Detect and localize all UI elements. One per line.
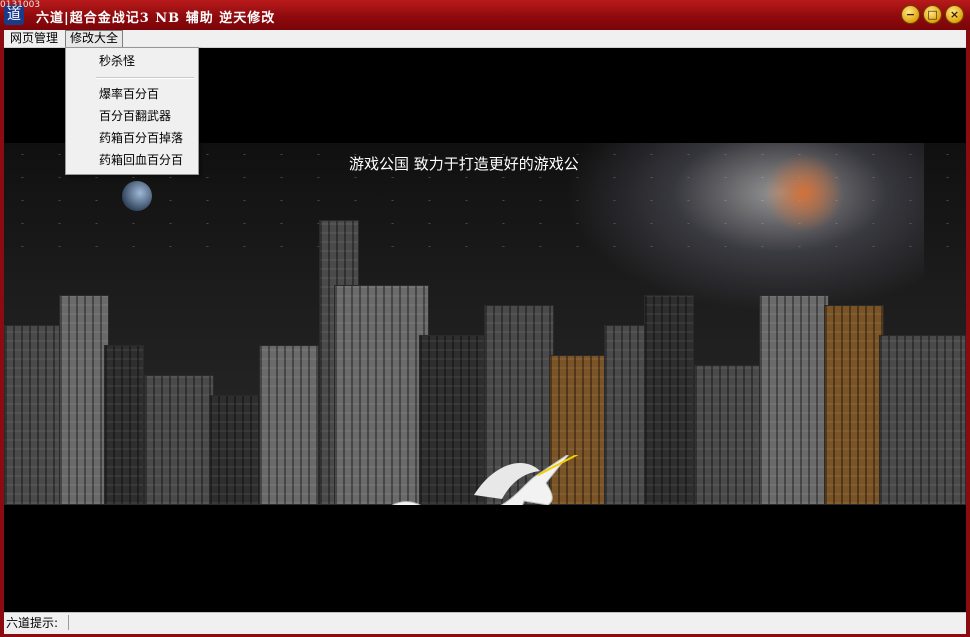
building bbox=[4, 325, 64, 505]
building bbox=[759, 295, 829, 505]
menu-item-medkit-heal[interactable]: 药箱回血百分百 bbox=[66, 149, 198, 171]
menu-bar: 网页管理 修改大全 bbox=[4, 30, 966, 48]
close-button[interactable]: × bbox=[945, 5, 964, 24]
status-message-field bbox=[68, 615, 959, 630]
title-bar[interactable]: 道 0131003 六道|超合金战记3 NB 辅助 逆天修改 − □ × bbox=[0, 0, 970, 30]
game-tagline: 游戏公国 致力于打造更好的游戏公 bbox=[349, 155, 579, 173]
planet bbox=[122, 181, 152, 211]
building bbox=[104, 345, 144, 505]
modify-dropdown-menu: 秒杀怪 爆率百分百 百分百翻武器 药箱百分百掉落 药箱回血百分百 bbox=[65, 47, 199, 175]
menu-item-medkit-drop[interactable]: 药箱百分百掉落 bbox=[66, 127, 198, 149]
building bbox=[59, 295, 109, 505]
unicorn-sprite bbox=[392, 455, 579, 505]
minimize-button[interactable]: − bbox=[901, 5, 920, 24]
menu-separator bbox=[96, 77, 194, 79]
building bbox=[879, 335, 966, 505]
status-bar: 六道提示: bbox=[4, 612, 966, 634]
building bbox=[259, 345, 319, 505]
menu-modify-all[interactable]: 修改大全 bbox=[65, 30, 124, 48]
menu-item-drop-rate[interactable]: 爆率百分百 bbox=[66, 83, 198, 105]
menu-item-weapon-flip[interactable]: 百分百翻武器 bbox=[66, 105, 198, 127]
nebula-color bbox=[764, 153, 844, 233]
game-scene[interactable]: 游戏公国 致力于打造更好的游戏公 bbox=[4, 143, 966, 505]
menu-web-manage[interactable]: 网页管理 bbox=[6, 30, 62, 46]
maximize-button[interactable]: □ bbox=[923, 5, 942, 24]
building bbox=[824, 305, 884, 505]
window-title: 六道|超合金战记3 NB 辅助 逆天修改 bbox=[36, 11, 276, 26]
status-label: 六道提示: bbox=[6, 616, 59, 630]
menu-item-instant-kill[interactable]: 秒杀怪 bbox=[66, 50, 198, 72]
building bbox=[144, 375, 214, 505]
building bbox=[644, 295, 694, 505]
building bbox=[694, 365, 764, 505]
version-label: 0131003 bbox=[0, 0, 41, 10]
